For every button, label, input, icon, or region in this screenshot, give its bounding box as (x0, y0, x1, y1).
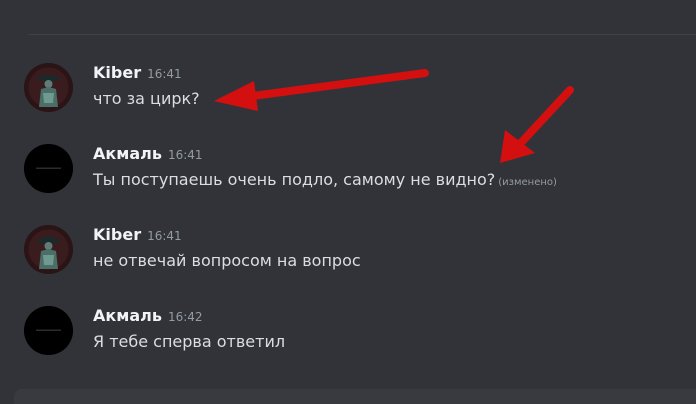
timestamp[interactable]: 16:42 (168, 310, 203, 324)
username[interactable]: Kiber (93, 63, 141, 82)
timestamp[interactable]: 16:41 (147, 67, 182, 81)
message-header: Kiber 16:41 (93, 225, 182, 247)
divider (28, 34, 696, 35)
username[interactable]: Kiber (93, 225, 141, 244)
user-avatar[interactable] (24, 225, 73, 274)
username[interactable]: Акмаль (93, 306, 162, 325)
message-text: не отвечай вопросом на вопрос (93, 251, 361, 270)
message-body: не отвечай вопросом на вопрос (93, 251, 361, 270)
message-body: что за цирк? (93, 89, 200, 108)
akmal-avatar-icon (24, 144, 73, 193)
message-item[interactable]: Акмаль 16:41 Ты поступаешь очень подло, с… (0, 144, 696, 224)
username[interactable]: Акмаль (93, 144, 162, 163)
message-text: что за цирк? (93, 89, 200, 108)
timestamp[interactable]: 16:41 (168, 148, 203, 162)
user-avatar[interactable] (24, 63, 73, 112)
timestamp[interactable]: 16:41 (147, 229, 182, 243)
message-header: Акмаль 16:42 (93, 306, 203, 328)
message-item[interactable]: Kiber 16:41 не отвечай вопросом на вопрос (0, 225, 696, 305)
akmal-avatar-icon (24, 306, 73, 355)
message-header: Акмаль 16:41 (93, 144, 203, 166)
edited-label[interactable]: (изменено) (498, 177, 557, 188)
message-composer[interactable] (14, 389, 696, 404)
user-avatar[interactable] (24, 306, 73, 355)
kiber-avatar-icon (24, 63, 73, 112)
message-body: Я тебе сперва ответил (93, 332, 286, 351)
message-text: Ты поступаешь очень подло, самому не вид… (93, 170, 557, 189)
kiber-avatar-icon (24, 225, 73, 274)
user-avatar[interactable] (24, 144, 73, 193)
message-header: Kiber 16:41 (93, 63, 182, 85)
message-text: Я тебе сперва ответил (93, 332, 285, 351)
message-item[interactable]: Акмаль 16:42 Я тебе сперва ответил (0, 306, 696, 386)
chat-view: Kiber 16:41 что за цирк? Акмаль 16:41 Ты п… (0, 0, 696, 404)
message-item[interactable]: Kiber 16:41 что за цирк? (0, 63, 696, 143)
message-body: Ты поступаешь очень подло, самому не вид… (93, 170, 496, 189)
